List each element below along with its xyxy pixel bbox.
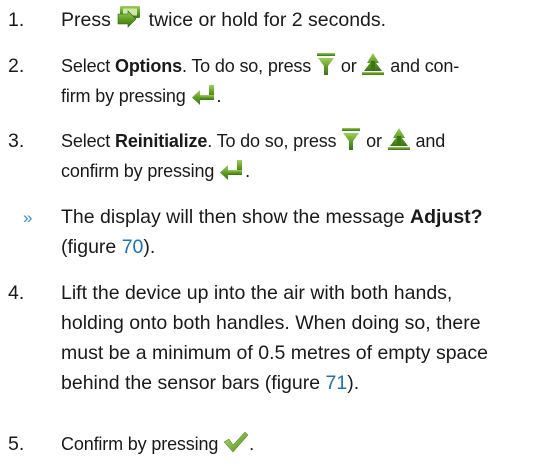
- bold-term: Options: [114, 56, 182, 76]
- checkmark-icon: [223, 431, 249, 453]
- step-number: 5.: [8, 433, 25, 455]
- arrow-up-icon: [387, 126, 411, 152]
- arrow-up-icon: [361, 51, 385, 77]
- step-text: Select Reinitialize. To do so, press or …: [61, 126, 551, 186]
- step-text: Select Options. To do so, press or and c…: [61, 51, 551, 111]
- step-4: 4. Lift the device up into the air with …: [0, 278, 557, 398]
- step-number: 3.: [8, 130, 25, 152]
- step-1: 1. Press twice or hold for 2 seconds.: [0, 5, 557, 35]
- menu-icon: [116, 4, 143, 31]
- result-note: » The display will then show the message…: [0, 202, 557, 262]
- step-2: 2. Select Options. To do so, press or an…: [0, 51, 557, 111]
- step-number: 1.: [8, 9, 25, 31]
- figure-link[interactable]: 71: [326, 372, 348, 394]
- bold-term: Adjust?: [410, 206, 483, 228]
- step-text: Press twice or hold for 2 seconds.: [61, 5, 551, 35]
- step-text: Lift the device up into the air with bot…: [61, 282, 489, 394]
- arrow-down-icon: [316, 51, 336, 77]
- step-5: 5. Confirm by pressing .: [0, 429, 557, 459]
- step-text: Confirm by pressing .: [61, 429, 551, 459]
- bold-term: Reinitialize: [114, 131, 208, 151]
- step-number: 4.: [8, 282, 25, 304]
- result-bullet: »: [23, 208, 33, 227]
- step-number: 2.: [8, 55, 25, 77]
- step-text: The display will then show the message A…: [61, 206, 483, 258]
- enter-icon: [219, 158, 245, 181]
- figure-link[interactable]: 70: [122, 236, 144, 258]
- arrow-down-icon: [341, 126, 361, 152]
- step-3: 3. Select Reinitialize. To do so, press …: [0, 126, 557, 186]
- enter-icon: [191, 83, 217, 106]
